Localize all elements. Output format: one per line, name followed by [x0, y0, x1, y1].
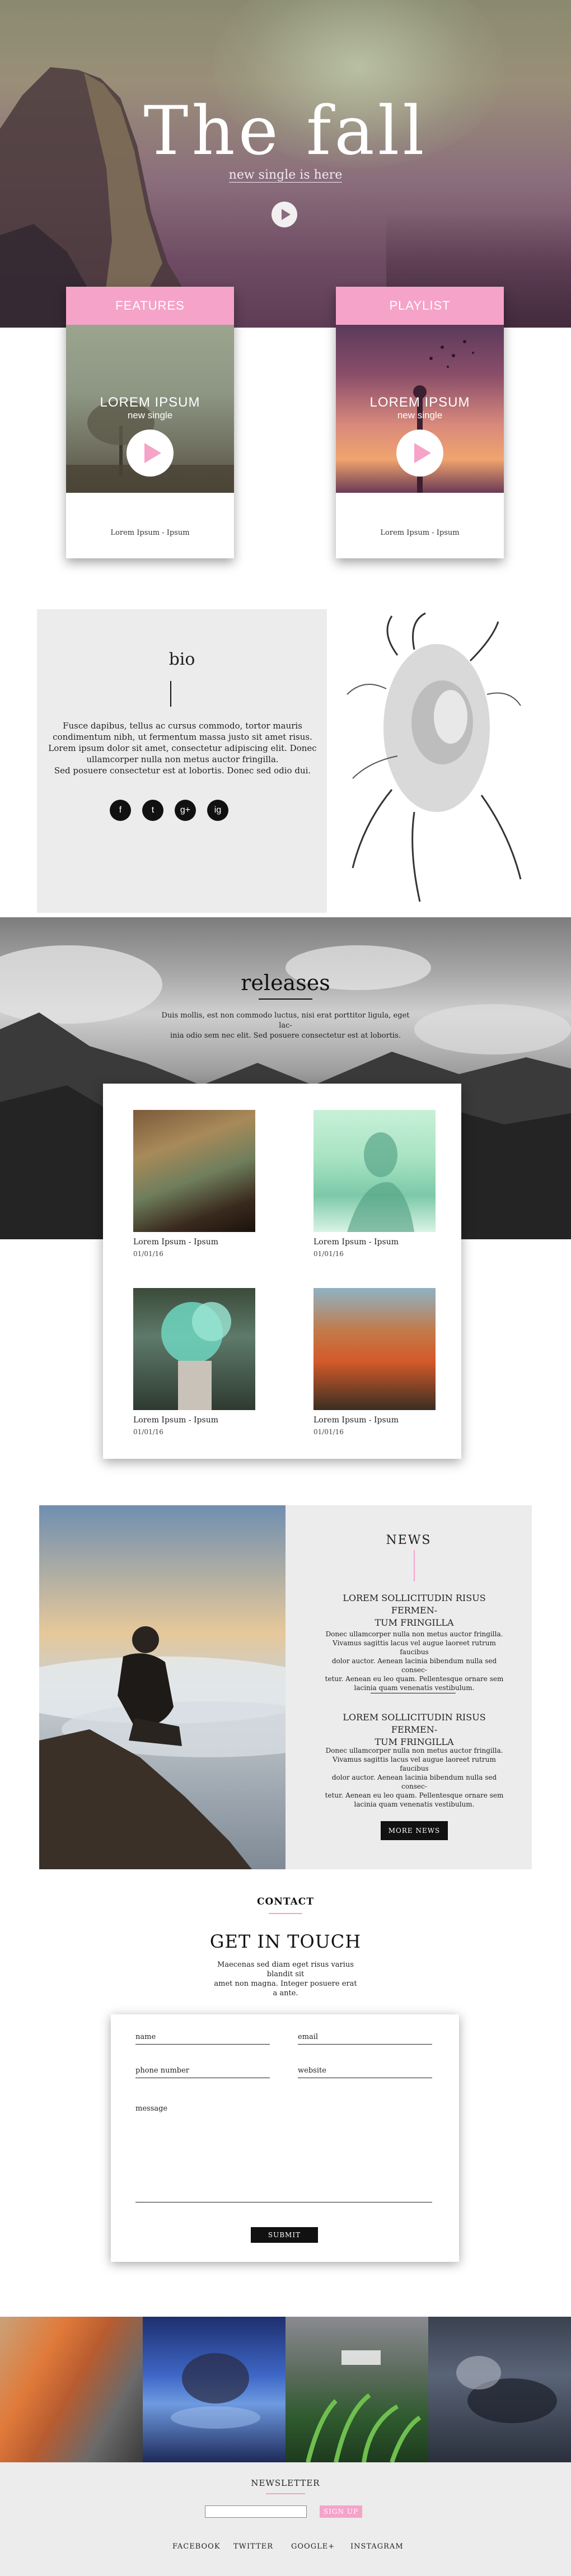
footer-link-google[interactable]: GOOGLE+ [291, 2542, 335, 2551]
release-cover-2[interactable] [313, 1110, 436, 1232]
facebook-icon[interactable]: f [110, 800, 131, 821]
features-card: FEATURES LOREM IPSUM new single Lorem Ip… [66, 287, 234, 558]
playlist-card-subtitle: new single [397, 410, 443, 421]
newsletter-label: NEWSLETTER [251, 2478, 320, 2488]
contact-underline [269, 1913, 302, 1914]
footer-link-instagram[interactable]: INSTAGRAM [350, 2542, 404, 2551]
playlist-play-button[interactable] [396, 430, 443, 477]
bio-divider [170, 681, 171, 707]
cup-icon [456, 2356, 557, 2423]
releases-text: Duis mollis, est non commodo luctus, nis… [161, 1011, 410, 1040]
google-plus-icon[interactable]: g+ [175, 800, 196, 821]
gallery-image-1[interactable] [0, 2317, 143, 2462]
gallery-image-2[interactable] [143, 2317, 286, 2462]
news-body-1: Donec ullamcorper nulla non metus auctor… [325, 1630, 504, 1692]
bio-portrait-image [330, 610, 532, 913]
release-title-1[interactable]: Lorem Ipsum - Ipsum [133, 1238, 218, 1247]
get-in-touch-heading: GET IN TOUCH [209, 1931, 362, 1952]
bio-text: Fusce dapibus, tellus ac cursus commodo,… [48, 721, 317, 776]
news-headline-1[interactable]: LOREM SOLLICITUDIN RISUS FERMEN- TUM FRI… [325, 1592, 504, 1629]
profile-silhouette-icon [347, 1132, 414, 1232]
photo-gallery [0, 2317, 571, 2462]
playlist-card: PLAYLIST LOREM IPSUM new single Lorem Ip… [336, 287, 504, 558]
features-card-subtitle: new single [127, 410, 173, 421]
newsletter-email-input[interactable] [205, 2505, 307, 2518]
gallery-image-3[interactable] [286, 2317, 428, 2462]
instagram-icon[interactable]: ig [207, 800, 228, 821]
news-photo [39, 1505, 286, 1869]
release-date-2: 01/01/16 [313, 1250, 344, 1258]
website-field[interactable]: website [298, 2066, 432, 2078]
playlist-card-title: LOREM IPSUM [369, 395, 470, 410]
contact-label: CONTACT [257, 1896, 314, 1907]
bio-title: bio [169, 650, 195, 669]
playlist-card-header[interactable]: PLAYLIST [336, 287, 504, 325]
release-cover-1[interactable] [133, 1110, 255, 1232]
release-title-4[interactable]: Lorem Ipsum - Ipsum [313, 1416, 399, 1425]
news-body-2: Donec ullamcorper nulla non metus auctor… [325, 1747, 504, 1808]
releases-title: releases [241, 970, 330, 995]
gallery-image-4[interactable] [428, 2317, 571, 2462]
reflection-figure-icon [171, 2353, 260, 2429]
features-card-header[interactable]: FEATURES [66, 287, 234, 325]
release-cover-3[interactable] [133, 1288, 255, 1410]
phone-field[interactable]: phone number [135, 2066, 270, 2078]
features-card-caption: Lorem Ipsum - Ipsum [110, 529, 190, 537]
features-play-button[interactable] [127, 430, 174, 477]
more-news-button[interactable]: MORE NEWS [381, 1821, 448, 1840]
email-field[interactable]: email [298, 2033, 432, 2045]
message-field[interactable]: message [135, 2104, 432, 2202]
footer-link-facebook[interactable]: FACEBOOK [172, 2542, 221, 2551]
hero-play-button[interactable] [272, 202, 297, 227]
footer-link-twitter[interactable]: TWITTER [233, 2542, 273, 2551]
release-date-4: 01/01/16 [313, 1428, 344, 1436]
contact-text: Maecenas sed diam eget risus varius blan… [214, 1961, 357, 1998]
hero-title: The fall [143, 92, 428, 170]
release-date-1: 01/01/16 [133, 1250, 163, 1258]
newsletter-underline [266, 2493, 305, 2494]
playlist-card-caption: Lorem Ipsum - Ipsum [380, 529, 460, 537]
release-date-3: 01/01/16 [133, 1428, 163, 1436]
submit-button[interactable]: SUBMIT [251, 2227, 318, 2243]
release-title-3[interactable]: Lorem Ipsum - Ipsum [133, 1416, 218, 1425]
features-card-title: LOREM IPSUM [100, 395, 200, 410]
twitter-icon[interactable]: t [142, 800, 163, 821]
news-accent-bar [414, 1550, 415, 1581]
smoke-figure-icon [161, 1302, 231, 1410]
hero-subtitle[interactable]: new single is here [0, 168, 571, 183]
news-title: NEWS [386, 1533, 432, 1547]
news-headline-2[interactable]: LOREM SOLLICITUDIN RISUS FERMEN- TUM FRI… [325, 1711, 504, 1748]
name-field[interactable]: name [135, 2033, 270, 2045]
plants-icon [306, 2350, 422, 2462]
release-title-2[interactable]: Lorem Ipsum - Ipsum [313, 1238, 399, 1247]
sign-up-button[interactable]: SIGN UP [320, 2505, 362, 2518]
releases-underline [259, 998, 312, 1000]
release-cover-4[interactable] [313, 1288, 436, 1410]
